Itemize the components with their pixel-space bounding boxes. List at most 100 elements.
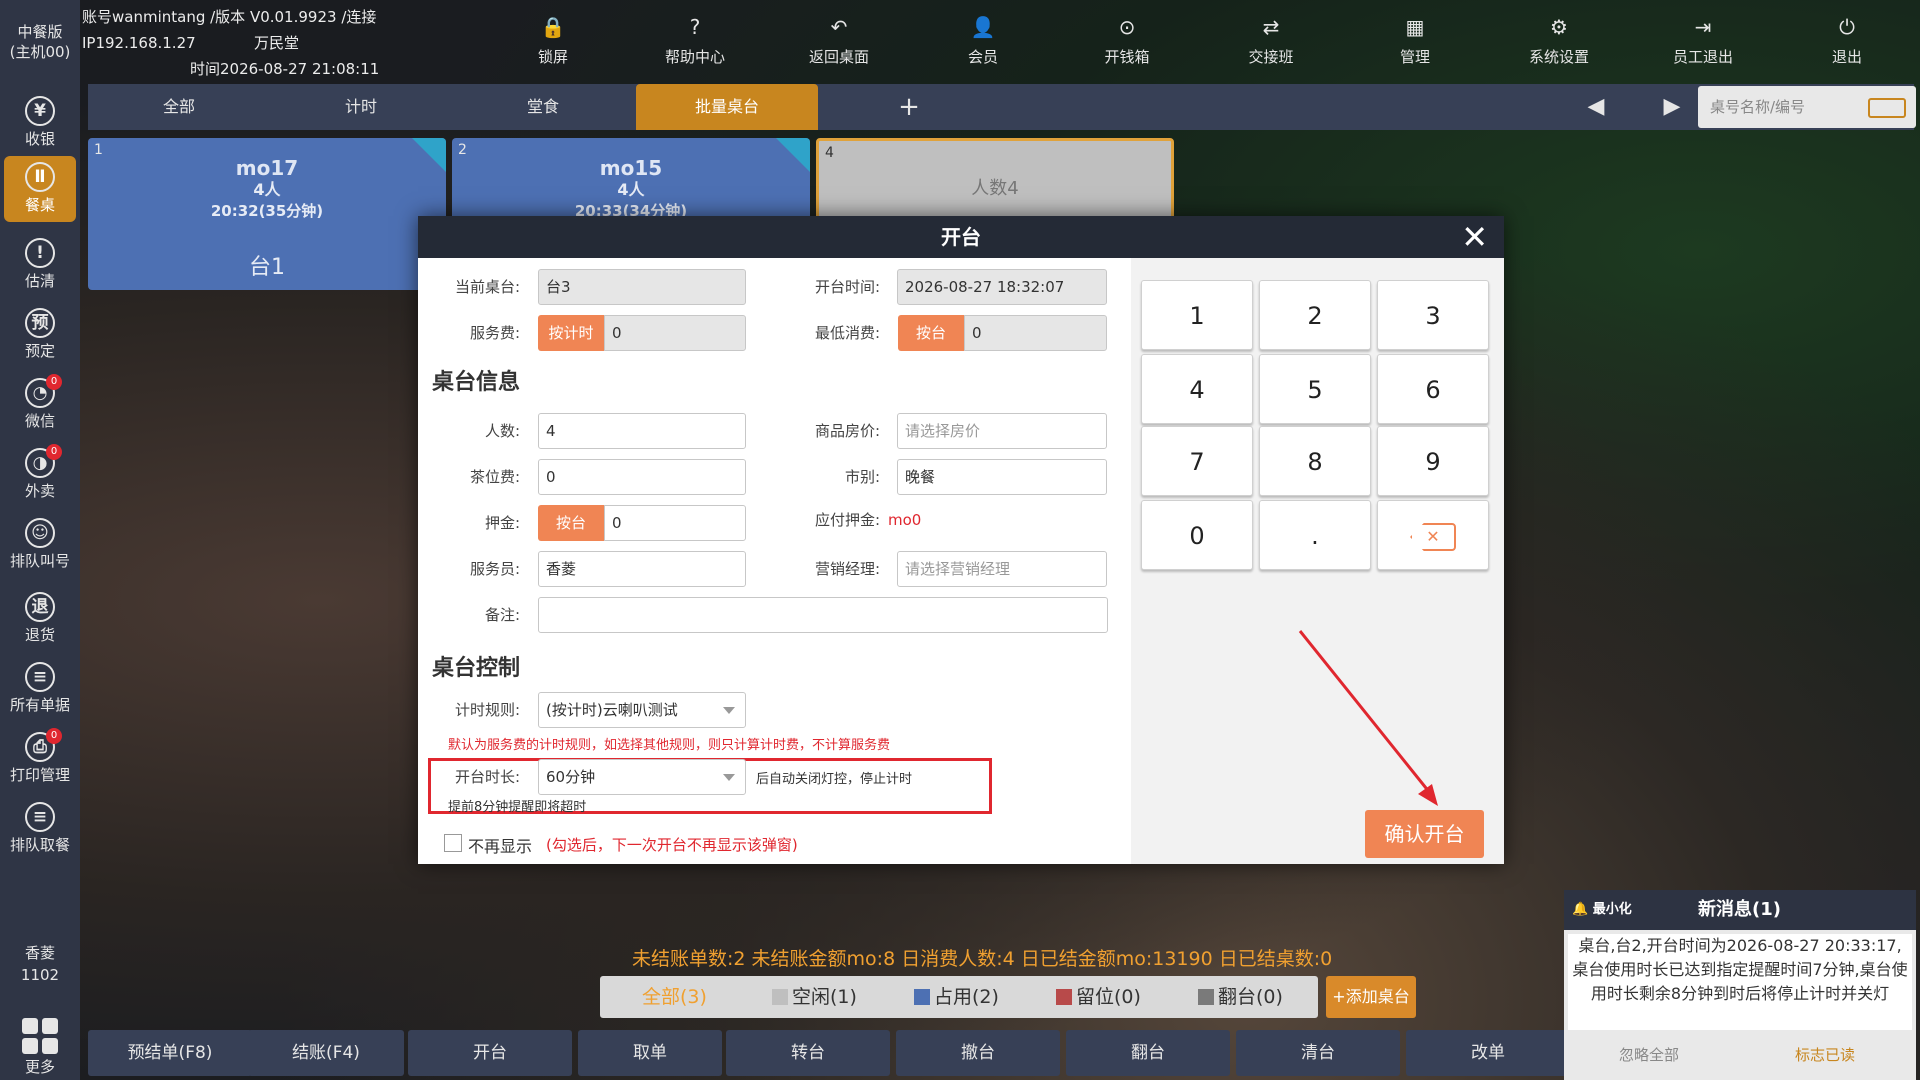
add-table-button[interactable]: +添加桌台 bbox=[1326, 976, 1416, 1018]
remark-field[interactable] bbox=[538, 597, 1108, 633]
market-field[interactable]: 晚餐 bbox=[897, 459, 1107, 495]
numpad-key[interactable]: 6 bbox=[1377, 354, 1489, 424]
bottom-action-button[interactable]: 改单 bbox=[1406, 1030, 1570, 1076]
toolbar-button[interactable]: ? 帮助中心 bbox=[640, 14, 750, 67]
more-button[interactable]: 更多 bbox=[0, 1018, 80, 1077]
bottom-action-button[interactable]: 翻台 bbox=[1066, 1030, 1230, 1076]
sidebar-item[interactable]: ◔ 微信 0 bbox=[4, 372, 76, 438]
min-consume-field[interactable]: 0 bbox=[964, 315, 1107, 351]
legend-turnover[interactable]: 翻台(0) bbox=[1198, 976, 1283, 1018]
section-table-control: 桌台控制 bbox=[432, 656, 521, 681]
notification-badge: 0 bbox=[46, 444, 62, 460]
tab-dine-in[interactable]: 堂食 bbox=[452, 84, 634, 130]
card-name: mo15 bbox=[599, 156, 663, 180]
prev-page-icon[interactable]: ◀ bbox=[1568, 84, 1624, 130]
toolbar-button[interactable]: ▦ 管理 bbox=[1360, 14, 1470, 67]
sidebar-item[interactable]: ¥ 收银 bbox=[4, 90, 76, 156]
numpad-key[interactable]: 5 bbox=[1259, 354, 1371, 424]
bottom-action-button[interactable]: 开台 bbox=[408, 1030, 572, 1076]
numpad-key[interactable]: 2 bbox=[1259, 280, 1371, 350]
toolbar-button[interactable]: ⇄ 交接班 bbox=[1216, 14, 1326, 67]
bottom-action-button[interactable]: 转台 bbox=[726, 1030, 890, 1076]
legend-reserved[interactable]: 留位(0) bbox=[1056, 976, 1141, 1018]
mark-read-button[interactable]: 标志已读 bbox=[1740, 1040, 1910, 1070]
occupied-swatch bbox=[914, 989, 930, 1005]
tab-all[interactable]: 全部 bbox=[88, 84, 270, 130]
tab-timing[interactable]: 计时 bbox=[270, 84, 452, 130]
legend-occupied[interactable]: 占用(2) bbox=[914, 976, 999, 1018]
minimize-button[interactable]: 🔔 最小化 bbox=[1572, 890, 1632, 930]
dialog-title: 开台 bbox=[941, 225, 981, 249]
deposit-field[interactable]: 0 bbox=[604, 505, 746, 541]
numpad-key[interactable]: 9 bbox=[1377, 426, 1489, 496]
confirm-open-table-button[interactable]: 确认开台 bbox=[1365, 810, 1484, 858]
numpad-key[interactable]: 0 bbox=[1141, 500, 1253, 570]
toolbar-button[interactable]: ⇥ 员工退出 bbox=[1648, 14, 1758, 67]
toolbar-button[interactable]: ⚙ 系统设置 bbox=[1504, 14, 1614, 67]
message-header: 🔔 最小化 新消息(1) bbox=[1564, 890, 1916, 930]
numpad-key[interactable]: 4 bbox=[1141, 354, 1253, 424]
room-price-select[interactable]: 请选择房价 bbox=[897, 413, 1107, 449]
toolbar-button[interactable]: ⏻ 退出 bbox=[1792, 14, 1902, 67]
sidebar-item[interactable]: 预预定 bbox=[4, 302, 76, 368]
no-show-checkbox[interactable] bbox=[444, 834, 462, 852]
legend-free[interactable]: 空闲(1) bbox=[772, 976, 857, 1018]
sidebar-item-label: 微信 bbox=[24, 412, 55, 430]
bottom-action-button[interactable]: 取单 bbox=[578, 1030, 722, 1076]
timing-rule-select[interactable]: (按计时)云喇叭测试 bbox=[538, 692, 746, 728]
duration-select[interactable]: 60分钟 bbox=[538, 759, 746, 795]
message-panel: 🔔 最小化 新消息(1) 桌台,台2,开台时间为2026-08-27 20:33… bbox=[1564, 890, 1916, 1080]
tea-fee-field[interactable]: 0 bbox=[538, 459, 746, 495]
waiter-field[interactable]: 香菱 bbox=[538, 551, 746, 587]
backspace-key[interactable]: ✕ bbox=[1377, 500, 1489, 570]
tab-batch-tables[interactable]: 批量桌台 bbox=[636, 84, 818, 130]
ignore-all-button[interactable]: 忽略全部 bbox=[1564, 1040, 1734, 1070]
service-fee-mode-button[interactable]: 按计时 bbox=[538, 315, 604, 351]
current-time: 时间2026-08-27 21:08:11 bbox=[190, 60, 380, 78]
numpad-key[interactable]: 8 bbox=[1259, 426, 1371, 496]
numpad-key[interactable]: . bbox=[1259, 500, 1371, 570]
waiter-label: 服务员: bbox=[469, 560, 520, 578]
people-field[interactable]: 4 bbox=[538, 413, 746, 449]
bottom-action-button[interactable]: 清台 bbox=[1236, 1030, 1400, 1076]
toolbar-button[interactable]: ⊙ 开钱箱 bbox=[1072, 14, 1182, 67]
table-search-input[interactable]: 桌号名称/编号 bbox=[1698, 86, 1916, 128]
duration-label: 开台时长: bbox=[454, 768, 520, 786]
keyboard-icon[interactable] bbox=[1868, 98, 1906, 118]
sidebar-item[interactable]: Ⅱ 餐桌 bbox=[4, 156, 76, 222]
numpad-key[interactable]: 7 bbox=[1141, 426, 1253, 496]
numpad-key[interactable]: 3 bbox=[1377, 280, 1489, 350]
sidebar-item[interactable]: ≡ 排队取餐 bbox=[4, 796, 76, 862]
toolbar-label: 员工退出 bbox=[1672, 48, 1733, 66]
sidebar-item[interactable]: ◑ 外卖 0 bbox=[4, 442, 76, 508]
toolbar-button[interactable]: ↶ 返回桌面 bbox=[784, 14, 894, 67]
close-icon[interactable]: ✕ bbox=[1461, 220, 1488, 254]
toolbar-button[interactable]: 🔒 锁屏 bbox=[498, 14, 608, 67]
sidebar-item-label: 排队取餐 bbox=[9, 836, 70, 854]
sidebar-item[interactable]: ! 估清 bbox=[4, 232, 76, 298]
table-card[interactable]: 1 mo17 4人 20:32(35分钟) 台1 bbox=[88, 138, 446, 290]
sidebar-item[interactable]: ⎙ 打印管理 0 bbox=[4, 726, 76, 792]
current-user: 香菱 1102 bbox=[0, 942, 80, 986]
manager-select[interactable]: 请选择营销经理 bbox=[897, 551, 1107, 587]
manager-label: 营销经理: bbox=[814, 560, 880, 578]
backspace-icon: ✕ bbox=[1410, 523, 1456, 551]
bottom-action-button[interactable]: 预结单(F8) bbox=[88, 1030, 252, 1076]
member-icon: 👤 bbox=[970, 15, 996, 39]
deposit-mode-button[interactable]: 按台 bbox=[538, 505, 604, 541]
sidebar-item[interactable]: 退退货 bbox=[4, 586, 76, 652]
add-tab-button[interactable]: + bbox=[818, 84, 1000, 130]
current-table-field: 台3 bbox=[538, 269, 746, 305]
sidebar-item[interactable]: ☺ 排队叫号 bbox=[4, 512, 76, 578]
next-page-icon[interactable]: ▶ bbox=[1644, 84, 1700, 130]
numpad-key[interactable]: 1 bbox=[1141, 280, 1253, 350]
bottom-action-button[interactable]: 撤台 bbox=[896, 1030, 1060, 1076]
min-consume-mode-button[interactable]: 按台 bbox=[898, 315, 964, 351]
sidebar-item[interactable]: ≡ 所有单据 bbox=[4, 656, 76, 722]
bottom-action-button[interactable]: 结账(F4) bbox=[248, 1030, 404, 1076]
toolbar-button[interactable]: 👤 会员 bbox=[928, 14, 1038, 67]
people-label: 人数: bbox=[484, 422, 520, 440]
service-fee-field[interactable]: 0 bbox=[604, 315, 746, 351]
duration-note: 后自动关闭灯控，停止计时 bbox=[756, 772, 913, 787]
legend-all[interactable]: 全部(3) bbox=[642, 976, 707, 1018]
